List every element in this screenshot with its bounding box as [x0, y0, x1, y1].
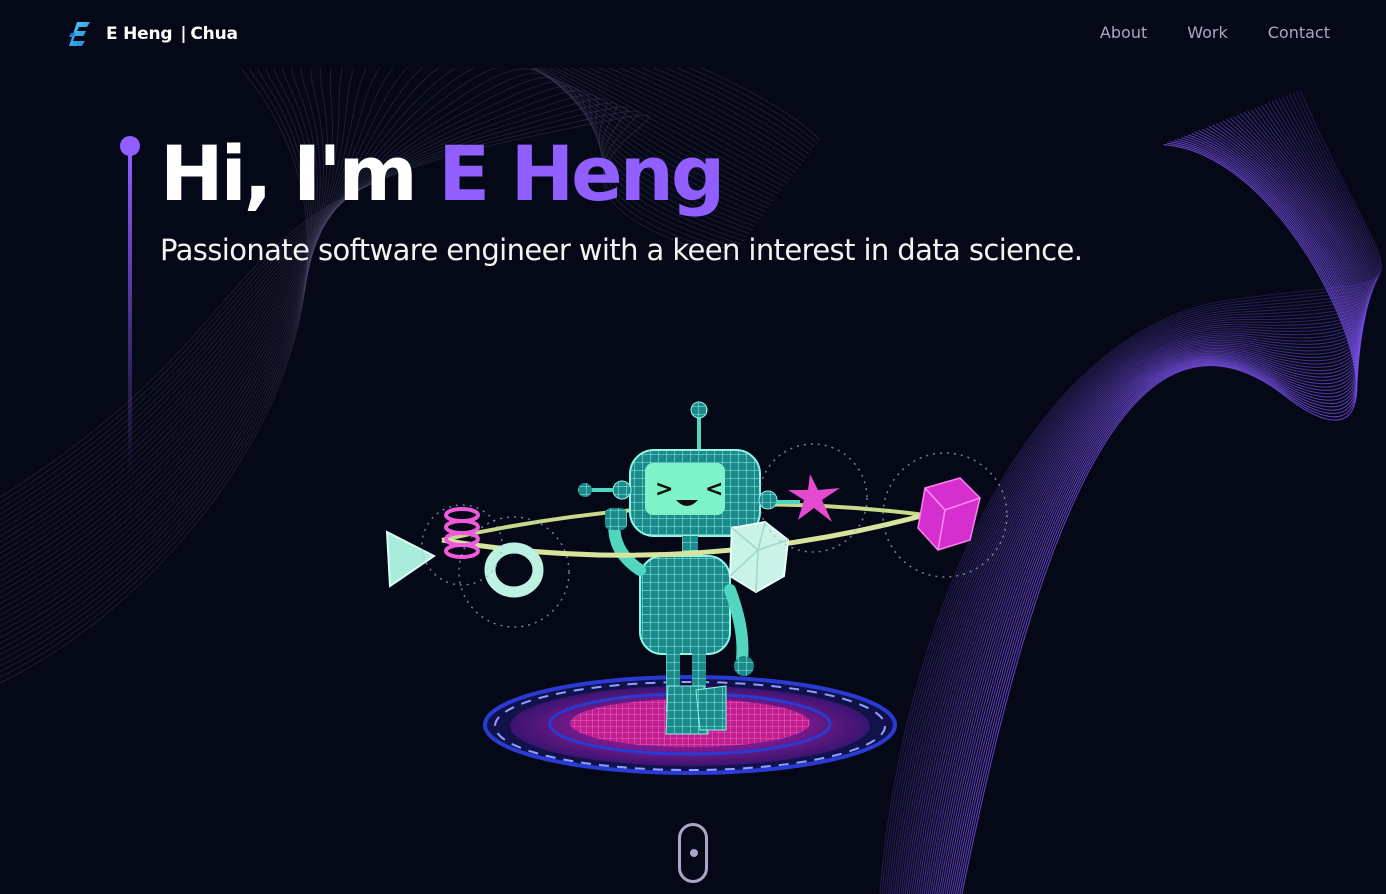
hero-accent-line [120, 136, 140, 476]
nav-link-work[interactable]: Work [1187, 22, 1228, 44]
logo-last-name: Chua [190, 24, 238, 44]
logo-text: E Heng | Chua [106, 24, 238, 44]
robot-3d-icon[interactable]: > < [370, 390, 1010, 790]
svg-text:>: > [655, 477, 673, 502]
hero-subtitle: Passionate software engineer with a keen… [160, 233, 1083, 267]
hero-accent-bar [128, 154, 132, 474]
e-logo-icon [68, 20, 92, 48]
nav-link-about[interactable]: About [1100, 22, 1147, 44]
logo-link[interactable]: E Heng | Chua [68, 20, 238, 48]
nav-link-contact[interactable]: Contact [1268, 22, 1330, 44]
mouse-scroll-icon[interactable] [678, 823, 708, 883]
hero-greeting: Hi, I'm [160, 129, 418, 218]
hero-title: Hi, I'm E Heng [160, 126, 725, 222]
navbar: E Heng | Chua About Work Contact [0, 0, 1386, 68]
nav-links: About Work Contact [1100, 22, 1330, 44]
hero-accent-dot [120, 136, 140, 156]
portfolio-page: E Heng | Chua About Work Contact Hi, I'm E… [0, 0, 1386, 894]
svg-text:<: < [705, 477, 723, 502]
logo-separator: | [180, 24, 187, 44]
hero-name: E Heng [438, 129, 725, 218]
scroll-dot [690, 849, 698, 857]
logo-first-name: E Heng [106, 24, 173, 44]
